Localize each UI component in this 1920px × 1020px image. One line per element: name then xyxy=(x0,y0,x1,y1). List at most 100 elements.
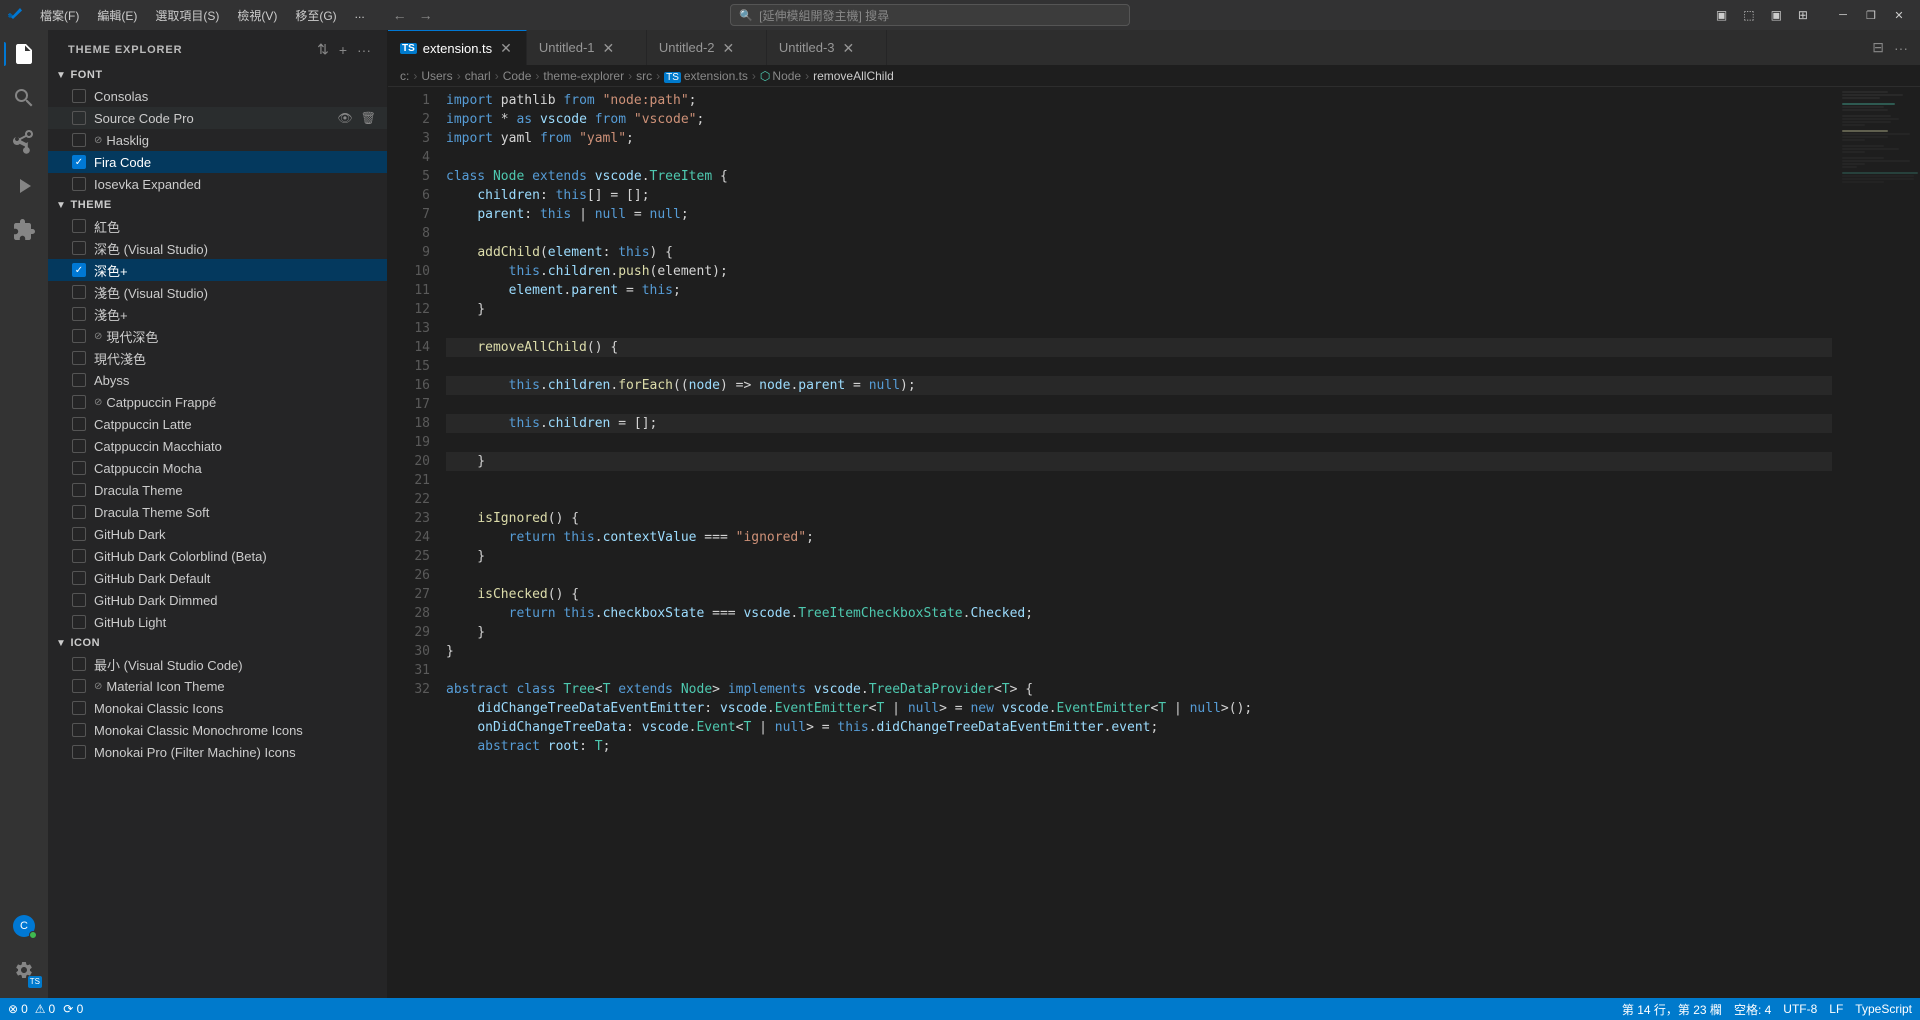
theme-github-dark-colorblind-checkbox[interactable] xyxy=(72,549,86,563)
breadcrumb-users[interactable]: Users xyxy=(421,69,452,83)
font-hasklig-checkbox[interactable] xyxy=(72,133,86,147)
status-encoding[interactable]: UTF-8 xyxy=(1783,1002,1817,1016)
font-source-code-pro-delete-btn[interactable]: 🗑 xyxy=(358,110,379,126)
tab-untitled-3-close[interactable]: ✕ xyxy=(841,41,857,55)
status-line-col[interactable]: 第 14 行，第 23 欄 xyxy=(1622,1001,1722,1018)
theme-item-dracula[interactable]: Dracula Theme xyxy=(48,479,387,501)
status-language[interactable]: TypeScript xyxy=(1855,1002,1912,1016)
breadcrumb-src[interactable]: src xyxy=(636,69,652,83)
icon-monokai-pro-checkbox[interactable] xyxy=(72,745,86,759)
more-tab-actions-btn[interactable]: ··· xyxy=(1890,38,1912,58)
menu-file[interactable]: 檔案(F) xyxy=(32,5,87,26)
activity-account[interactable]: C xyxy=(4,906,44,946)
font-section-header[interactable]: ▼ FONT xyxy=(48,65,387,85)
menu-view[interactable]: 檢視(V) xyxy=(229,5,285,26)
activity-source-control[interactable] xyxy=(4,122,44,162)
theme-item-dark-plus[interactable]: 深色+ 👁 🗑 xyxy=(48,259,387,281)
menu-edit[interactable]: 編輯(E) xyxy=(89,5,145,26)
breadcrumb-theme-explorer[interactable]: theme-explorer xyxy=(543,69,624,83)
font-item-iosevka[interactable]: Iosevka Expanded 👁 🗑 xyxy=(48,173,387,195)
icon-item-material[interactable]: ⊘ Material Icon Theme xyxy=(48,675,387,697)
customize-layout-btn[interactable]: ⊞ xyxy=(1792,6,1814,24)
theme-item-dracula-soft[interactable]: Dracula Theme Soft xyxy=(48,501,387,523)
theme-github-dark-default-checkbox[interactable] xyxy=(72,571,86,585)
breadcrumb-c[interactable]: c: xyxy=(400,69,409,83)
theme-dracula-soft-checkbox[interactable] xyxy=(72,505,86,519)
theme-modern-light-checkbox[interactable] xyxy=(72,351,86,365)
icon-monokai-classic-mono-checkbox[interactable] xyxy=(72,723,86,737)
close-button[interactable]: ✕ xyxy=(1886,6,1912,24)
toggle-sidebar-btn[interactable]: ▣ xyxy=(1710,6,1733,24)
theme-item-github-dark-colorblind[interactable]: GitHub Dark Colorblind (Beta) xyxy=(48,545,387,567)
font-item-source-code-pro[interactable]: Source Code Pro 👁 🗑 xyxy=(48,107,387,129)
font-source-code-pro-checkbox[interactable] xyxy=(72,111,86,125)
theme-github-dark-dimmed-checkbox[interactable] xyxy=(72,593,86,607)
theme-item-catppuccin-latte[interactable]: Catppuccin Latte xyxy=(48,413,387,435)
activity-search[interactable] xyxy=(4,78,44,118)
theme-item-github-dark[interactable]: GitHub Dark xyxy=(48,523,387,545)
split-editor-btn[interactable]: ⊟ xyxy=(1868,37,1888,58)
add-button[interactable]: + xyxy=(335,39,351,60)
nav-back-button[interactable]: ← xyxy=(389,5,411,25)
theme-dark-vs-checkbox[interactable] xyxy=(72,241,86,255)
theme-catppuccin-macchiato-checkbox[interactable] xyxy=(72,439,86,453)
theme-item-light-plus[interactable]: 淺色+ xyxy=(48,303,387,325)
status-spaces[interactable]: 空格: 4 xyxy=(1734,1001,1771,1018)
theme-item-github-dark-dimmed[interactable]: GitHub Dark Dimmed xyxy=(48,589,387,611)
font-consolas-checkbox[interactable] xyxy=(72,89,86,103)
code-content[interactable]: import pathlib from "node:path"; import … xyxy=(438,87,1840,998)
activity-explorer[interactable] xyxy=(4,34,44,74)
theme-catppuccin-mocha-checkbox[interactable] xyxy=(72,461,86,475)
toggle-panel-btn[interactable]: ⬚ xyxy=(1737,6,1760,24)
theme-github-light-checkbox[interactable] xyxy=(72,615,86,629)
theme-red-checkbox[interactable] xyxy=(72,219,86,233)
theme-catppuccin-frappe-checkbox[interactable] xyxy=(72,395,86,409)
tab-untitled-1[interactable]: Untitled-1 ✕ xyxy=(527,30,647,65)
status-errors[interactable]: ⊗ 0 ⚠ 0 xyxy=(8,1002,55,1016)
activity-extensions[interactable] xyxy=(4,210,44,250)
theme-item-catppuccin-frappe[interactable]: ⊘ Catppuccin Frappé xyxy=(48,391,387,413)
theme-item-abyss[interactable]: Abyss xyxy=(48,369,387,391)
menu-goto[interactable]: 移至(G) xyxy=(287,5,344,26)
theme-section-header[interactable]: ▼ THEME xyxy=(48,195,387,215)
icon-item-monokai-classic[interactable]: Monokai Classic Icons xyxy=(48,697,387,719)
theme-light-vs-checkbox[interactable] xyxy=(72,285,86,299)
tab-extension-ts[interactable]: TS extension.ts ✕ xyxy=(388,30,527,65)
theme-catppuccin-latte-checkbox[interactable] xyxy=(72,417,86,431)
restore-button[interactable]: ❐ xyxy=(1858,6,1884,24)
theme-dracula-checkbox[interactable] xyxy=(72,483,86,497)
tab-untitled-2[interactable]: Untitled-2 ✕ xyxy=(647,30,767,65)
icon-minimal-checkbox[interactable] xyxy=(72,657,86,671)
icon-item-monokai-pro[interactable]: Monokai Pro (Filter Machine) Icons xyxy=(48,741,387,763)
theme-modern-dark-checkbox[interactable] xyxy=(72,329,86,343)
icon-monokai-classic-checkbox[interactable] xyxy=(72,701,86,715)
tab-untitled-1-close[interactable]: ✕ xyxy=(601,41,617,55)
breadcrumb-code[interactable]: Code xyxy=(503,69,532,83)
toggle-right-sidebar-btn[interactable]: ▣ xyxy=(1765,6,1788,24)
font-item-consolas[interactable]: Consolas 👁 🗑 xyxy=(48,85,387,107)
more-actions-button[interactable]: ··· xyxy=(353,39,375,60)
breadcrumb-charl[interactable]: charl xyxy=(465,69,491,83)
theme-item-github-dark-default[interactable]: GitHub Dark Default xyxy=(48,567,387,589)
theme-item-light-vs[interactable]: 淺色 (Visual Studio) xyxy=(48,281,387,303)
icon-item-minimal[interactable]: 最小 (Visual Studio Code) xyxy=(48,653,387,675)
activity-run[interactable] xyxy=(4,166,44,206)
breadcrumb-file[interactable]: TSextension.ts xyxy=(664,69,748,83)
icon-material-checkbox[interactable] xyxy=(72,679,86,693)
tab-untitled-3[interactable]: Untitled-3 ✕ xyxy=(767,30,887,65)
tab-extension-ts-close[interactable]: ✕ xyxy=(498,41,514,55)
theme-item-modern-light[interactable]: 現代淺色 xyxy=(48,347,387,369)
minimize-button[interactable]: ─ xyxy=(1830,6,1856,24)
font-fira-code-checkbox[interactable] xyxy=(72,155,86,169)
font-item-fira-code[interactable]: Fira Code 👁 🗑 xyxy=(48,151,387,173)
status-eol[interactable]: LF xyxy=(1829,1002,1843,1016)
theme-dark-plus-checkbox[interactable] xyxy=(72,263,86,277)
font-iosevka-checkbox[interactable] xyxy=(72,177,86,191)
tab-untitled-2-close[interactable]: ✕ xyxy=(721,41,737,55)
breadcrumb-node[interactable]: ⬡Node xyxy=(760,69,801,83)
font-source-code-pro-eye-btn[interactable]: 👁 xyxy=(335,110,356,126)
breadcrumb-removeallchild[interactable]: removeAllChild xyxy=(813,69,894,83)
icon-item-monokai-classic-mono[interactable]: Monokai Classic Monochrome Icons xyxy=(48,719,387,741)
theme-item-dark-vs[interactable]: 深色 (Visual Studio) xyxy=(48,237,387,259)
nav-forward-button[interactable]: → xyxy=(415,5,437,25)
